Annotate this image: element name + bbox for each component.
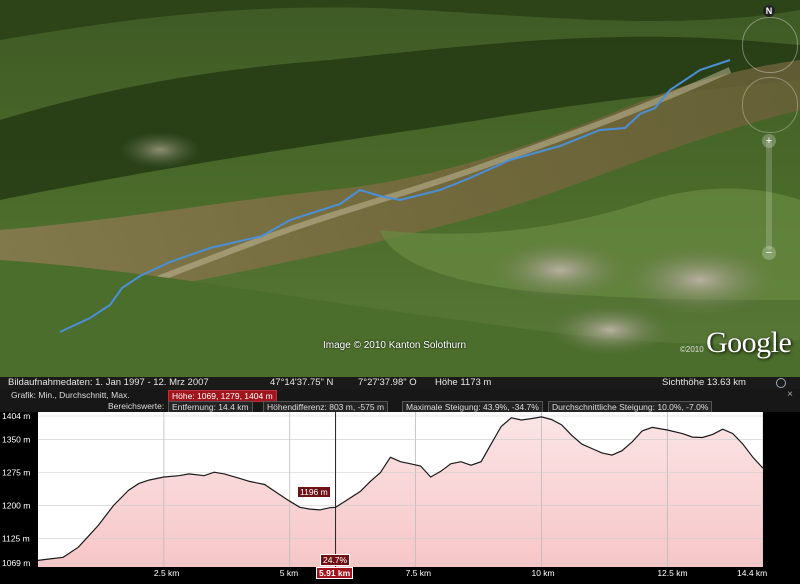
latitude-readout: 47°14'37.75" N <box>270 377 334 388</box>
longitude-readout: 7°27'37.98" O <box>358 377 417 388</box>
x-tick-label: 5 km <box>280 568 298 578</box>
close-profile-button[interactable]: × <box>785 390 795 400</box>
x-tick-label: 2.5 km <box>154 568 180 578</box>
range-label: Bereichswerte: <box>108 401 165 411</box>
y-tick-label: 1275 m <box>2 468 30 478</box>
move-control[interactable] <box>742 77 798 133</box>
cursor-height-label: 1196 m <box>297 486 331 498</box>
zoom-out-button[interactable]: − <box>762 246 776 260</box>
cursor-slope-label: 24.7% <box>320 554 351 566</box>
x-tick-label: 12.5 km <box>657 568 687 578</box>
elevation-profile-header: Grafik: Min., Durchschnitt, Max. Höhe: 1… <box>0 389 800 413</box>
terrain-imagery <box>0 0 800 377</box>
satellite-map-view[interactable]: Image © 2010 Kanton Solothurn ©2010 Goog… <box>0 0 800 377</box>
graph-label: Grafik: Min., Durchschnitt, Max. <box>11 390 130 400</box>
eye-altitude-readout: Sichthöhe 13.63 km <box>662 377 746 388</box>
x-tick-label: 10 km <box>531 568 554 578</box>
altitude-readout: Höhe 1173 m <box>435 377 492 388</box>
elevation-profile-chart[interactable]: 1404 m 1350 m 1275 m 1200 m 1125 m 1069 m 2.5 … <box>0 411 800 579</box>
zoom-slider[interactable] <box>766 140 772 250</box>
status-bar: Bildaufnahmedaten: 1. Jan 1997 - 12. Mrz… <box>0 377 800 389</box>
imagery-date: Bildaufnahmedaten: 1. Jan 1997 - 12. Mrz… <box>8 377 209 388</box>
x-tick-label: 14.4 km <box>737 568 767 578</box>
y-tick-label: 1404 m <box>2 412 30 421</box>
cursor-distance-label: 5.91 km <box>316 567 354 579</box>
look-around-control[interactable] <box>742 17 798 73</box>
right-band <box>763 412 800 579</box>
imagery-copyright: Image © 2010 Kanton Solothurn <box>323 340 467 351</box>
x-tick-label: 7.5 km <box>406 568 432 578</box>
chart-plot: 1404 m 1350 m 1275 m 1200 m 1125 m 1069 m 2.5 … <box>0 411 800 579</box>
streaming-icon <box>776 378 786 388</box>
y-tick-label: 1350 m <box>2 435 30 445</box>
y-tick-label: 1069 m <box>2 558 30 568</box>
y-tick-label: 1125 m <box>2 533 30 543</box>
google-logo: Google <box>706 326 792 359</box>
logo-year: ©2010 <box>680 345 704 354</box>
y-tick-label: 1200 m <box>2 501 30 511</box>
compass-north-icon[interactable]: N <box>763 5 775 17</box>
